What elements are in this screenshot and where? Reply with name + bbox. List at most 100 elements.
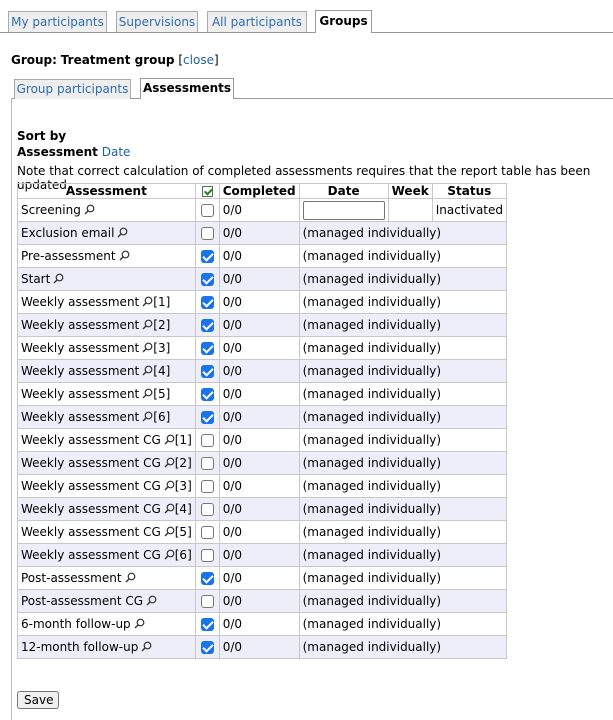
magnifier-icon[interactable] [142,342,153,353]
tab-supervisions[interactable]: Supervisions [116,11,198,32]
row-checkbox[interactable] [200,526,214,539]
magnifier-icon[interactable] [164,434,175,445]
date-cell: (managed individually) [298,221,508,245]
magnifier-icon[interactable] [164,503,175,514]
select-cell [194,497,220,521]
completed-cell: 0/0 [218,474,300,498]
tab-assessments[interactable]: Assessments [140,78,234,99]
assessment-cell: Screening [17,198,196,222]
magnifier-icon[interactable] [146,595,157,606]
assessment-name: Post-assessment CG [21,594,144,608]
table-row: Weekly assessment [3] 0/0 (managed individu… [17,336,508,360]
magnifier-icon[interactable] [141,641,152,652]
row-checkbox[interactable] [200,411,214,424]
row-checkbox[interactable] [200,434,214,447]
assessment-cell: Weekly assessment CG [2] [17,451,196,475]
table-row: Weekly assessment [5] 0/0 (managed individu… [17,382,508,406]
row-checkbox[interactable] [200,388,214,401]
tab-all-participants[interactable]: All participants [207,11,307,32]
assessment-name: Start [21,272,51,286]
row-checkbox[interactable] [200,572,214,585]
magnifier-icon[interactable] [117,227,128,238]
assessment-index: [4] [153,364,171,378]
magnifier-icon[interactable] [119,250,130,261]
completed-cell: 0/0 [218,497,300,521]
magnifier-icon[interactable] [142,319,153,330]
sort-assessment-current: Assessment [17,145,98,159]
row-checkbox[interactable] [200,319,214,332]
magnifier-icon[interactable] [164,480,175,491]
select-cell [194,359,220,383]
row-checkbox[interactable] [200,365,214,378]
date-cell: (managed individually) [298,589,508,613]
magnifier-icon[interactable] [125,572,136,583]
select-cell [194,290,220,314]
sort-date-link[interactable]: Date [102,145,131,159]
row-checkbox[interactable] [200,227,214,240]
select-cell [194,451,220,475]
magnifier-icon[interactable] [53,273,64,284]
tab-group-participants[interactable]: Group participants [14,79,131,99]
table-row: Weekly assessment CG [3] 0/0 (managed indiv… [17,474,508,498]
assessment-index: [1] [174,433,192,447]
magnifier-icon[interactable] [134,618,145,629]
assessment-index: [3] [153,341,171,355]
row-checkbox[interactable] [200,549,214,562]
table-row: Exclusion email 0/0 (managed individually) [17,221,508,245]
top-tab-bar: My participants Supervisions All partici… [0,0,613,33]
completed-cell: 0/0 [218,382,300,406]
assessment-name: Weekly assessment CG [21,456,161,470]
date-input[interactable] [302,200,385,220]
header-select-all[interactable] [194,183,220,199]
row-checkbox[interactable] [200,457,214,470]
select-cell [194,336,220,360]
date-cell: (managed individually) [298,290,508,314]
date-cell: (managed individually) [298,382,508,406]
magnifier-icon[interactable] [142,296,153,307]
row-checkbox[interactable] [200,595,214,608]
date-cell: (managed individually) [298,566,508,590]
completed-cell: 0/0 [218,520,300,544]
save-button[interactable]: Save [17,691,59,709]
row-checkbox[interactable] [200,273,214,286]
completed-cell: 0/0 [218,589,300,613]
tab-my-participants[interactable]: My participants [8,11,107,32]
date-cell: (managed individually) [298,359,508,383]
table-row: 12-month follow-up 0/0 (managed individual… [17,635,508,659]
magnifier-icon[interactable] [142,388,153,399]
row-checkbox[interactable] [200,250,214,263]
row-checkbox[interactable] [200,296,214,309]
table-row: Weekly assessment CG [6] 0/0 (managed indiv… [17,543,508,567]
assessment-name: Weekly assessment [21,410,140,424]
assessment-cell: Weekly assessment [5] [17,382,196,406]
magnifier-icon[interactable] [142,365,153,376]
magnifier-icon[interactable] [164,526,175,537]
row-checkbox[interactable] [200,641,214,654]
select-cell [194,198,220,222]
magnifier-icon[interactable] [164,457,175,468]
select-all-checkbox-icon[interactable] [201,185,213,197]
assessment-cell: Post-assessment CG [17,589,196,613]
completed-cell: 0/0 [218,451,300,475]
table-row: 6-month follow-up 0/0 (managed individuall… [17,612,508,636]
magnifier-icon[interactable] [142,411,153,422]
assessment-cell: 12-month follow-up [17,635,196,659]
row-checkbox[interactable] [200,204,214,217]
select-cell [194,221,220,245]
assessment-name: Weekly assessment CG [21,479,161,493]
assessment-name: Weekly assessment CG [21,502,161,516]
header-status: Status [431,183,508,199]
row-checkbox[interactable] [200,342,214,355]
tab-groups[interactable]: Groups [315,10,372,33]
assessment-cell: Weekly assessment CG [4] [17,497,196,521]
select-cell [194,543,220,567]
assessment-index: [5] [153,387,171,401]
row-checkbox[interactable] [200,480,214,493]
row-checkbox[interactable] [200,503,214,516]
close-link[interactable]: close [183,53,214,67]
magnifier-icon[interactable] [84,204,95,215]
magnifier-icon[interactable] [164,549,175,560]
assessment-cell: Post-assessment [17,566,196,590]
row-checkbox[interactable] [200,618,214,631]
assessment-index: [5] [174,525,192,539]
